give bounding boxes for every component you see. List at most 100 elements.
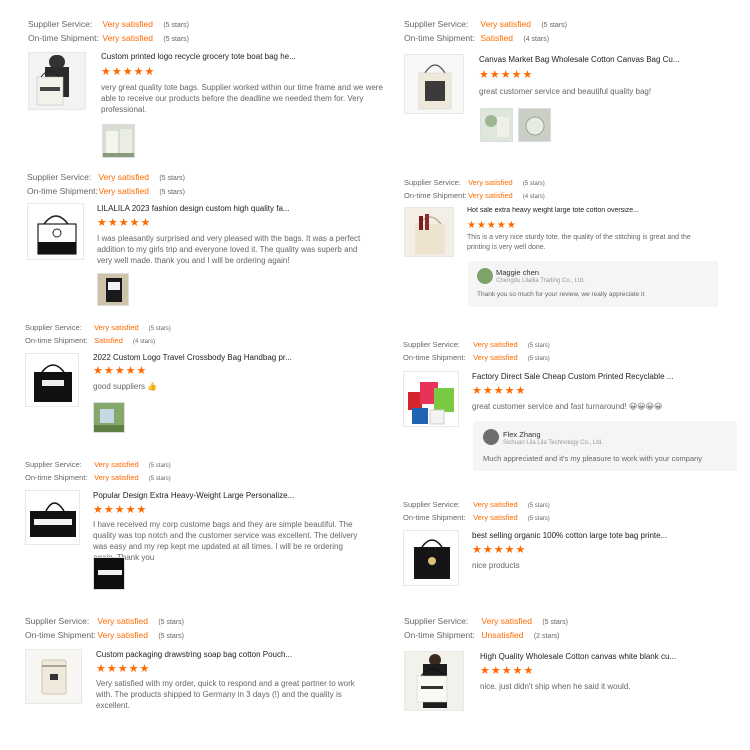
product-thumbnail[interactable] <box>27 203 84 260</box>
review-card: Supplier Service: Very satisfied (5 star… <box>25 615 385 710</box>
supplier-service-rating: Supplier Service: Very satisfied (5 star… <box>25 615 385 629</box>
supplier-service-rating: Supplier Service: Very satisfied (5 star… <box>403 499 743 512</box>
supplier-service-rating: Supplier Service: Very satisfied (5 star… <box>27 171 387 185</box>
supplier-service-value: Very satisfied <box>98 172 149 182</box>
product-thumbnail[interactable] <box>404 207 454 257</box>
review-card: Supplier Service: Very satisfied (5 star… <box>25 459 385 594</box>
product-thumbnail[interactable] <box>25 490 80 545</box>
review-comment: good suppliers 👍 <box>93 382 158 391</box>
review-photo[interactable] <box>93 402 125 433</box>
review-card: Supplier Service: Very satisfied (5 star… <box>404 615 744 715</box>
product-thumbnail[interactable] <box>403 371 459 427</box>
shipment-rating: On-time Shipment: Satisfied (4 stars) <box>404 32 744 46</box>
star-rating: ★★★★★ <box>101 66 156 78</box>
product-title[interactable]: Factory Direct Sale Cheap Custom Printed… <box>472 372 722 381</box>
product-title[interactable]: Custom printed logo recycle grocery tote… <box>101 52 361 61</box>
shipment-label: On-time Shipment: <box>27 186 98 196</box>
supplier-service-rating: Supplier Service: Very satisfied (5 star… <box>25 322 385 335</box>
supplier-service-rating: Supplier Service: Very satisfied (5 star… <box>403 339 743 352</box>
review-comment: I have received my corp custome bags and… <box>93 520 358 562</box>
shipment-value: Unsatisfied <box>481 630 524 640</box>
review-card: Supplier Service: Very satisfied (5 star… <box>403 339 743 474</box>
product-title[interactable]: 2022 Custom Logo Travel Crossbody Bag Ha… <box>93 353 333 362</box>
shipment-rating: On-time Shipment: Very satisfied (4 star… <box>404 190 744 203</box>
product-thumbnail[interactable] <box>403 530 459 586</box>
star-rating: ★★★★★ <box>472 385 527 397</box>
avatar <box>477 268 493 284</box>
supplier-service-rating: Supplier Service: Very satisfied (5 star… <box>404 177 744 190</box>
review-photo[interactable] <box>97 273 129 306</box>
product-title[interactable]: best selling organic 100% cotton large t… <box>472 531 727 540</box>
review-comment: Very satisfied with my order, quick to r… <box>96 679 355 710</box>
supplier-service-value: Very satisfied <box>480 19 531 29</box>
product-title[interactable]: LILALILA 2023 fashion design custom high… <box>97 204 357 213</box>
supplier-reply: Maggie chen Chengdu Lilalila Trading Co.… <box>468 261 718 307</box>
review-card: Supplier Service: Very satisfied (5 star… <box>25 322 385 437</box>
product-thumbnail[interactable] <box>25 649 82 704</box>
supplier-service-label: Supplier Service: <box>28 19 93 29</box>
shipment-value: Very satisfied <box>98 186 149 196</box>
product-title[interactable]: High Quality Wholesale Cotton canvas whi… <box>480 652 735 661</box>
shipment-value: Satisfied <box>94 336 123 345</box>
product-title[interactable]: Custom packaging drawstring soap bag cot… <box>96 650 346 659</box>
avatar <box>483 429 499 445</box>
shipment-value: Very satisfied <box>473 513 518 522</box>
shipment-stars: (5 stars) <box>159 189 185 196</box>
supplier-service-stars: (5 stars) <box>527 343 550 349</box>
supplier-service-label: Supplier Service: <box>25 323 82 332</box>
product-thumbnail[interactable] <box>404 651 464 711</box>
shipment-value: Very satisfied <box>97 630 148 640</box>
supplier-service-rating: Supplier Service: Very satisfied (5 star… <box>404 18 744 32</box>
shipment-label: On-time Shipment: <box>404 191 467 200</box>
reply-author-company: Sichuan Lila Lila Technology Co., Ltd. <box>503 440 603 446</box>
review-photo[interactable] <box>480 108 513 142</box>
product-title[interactable]: Popular Design Extra Heavy-Weight Large … <box>93 491 343 500</box>
shipment-stars: (4 stars) <box>523 36 550 43</box>
shipment-label: On-time Shipment: <box>404 33 475 43</box>
shipment-label: On-time Shipment: <box>28 33 99 43</box>
supplier-service-label: Supplier Service: <box>403 340 460 349</box>
star-rating: ★★★★★ <box>479 69 534 81</box>
reply-text: Much appreciated and it's my pleasure to… <box>483 454 703 463</box>
supplier-service-stars: (5 stars) <box>542 619 568 626</box>
shipment-label: On-time Shipment: <box>403 513 466 522</box>
shipment-stars: (4 stars) <box>522 194 545 200</box>
product-thumbnail[interactable] <box>404 54 464 114</box>
shipment-rating: On-time Shipment: Very satisfied (5 star… <box>25 472 385 485</box>
review-card: Supplier Service: Very satisfied (5 star… <box>404 177 744 312</box>
supplier-service-value: Very satisfied <box>102 19 153 29</box>
shipment-label: On-time Shipment: <box>404 630 475 640</box>
shipment-rating: On-time Shipment: Very satisfied (5 star… <box>403 352 743 365</box>
supplier-service-rating: Supplier Service: Very satisfied (5 star… <box>28 18 388 32</box>
shipment-label: On-time Shipment: <box>403 353 466 362</box>
star-rating: ★★★★★ <box>480 665 535 677</box>
supplier-service-value: Very satisfied <box>473 500 518 509</box>
supplier-service-stars: (5 stars) <box>148 463 171 469</box>
supplier-service-stars: (5 stars) <box>158 619 184 626</box>
supplier-service-stars: (5 stars) <box>159 175 185 182</box>
shipment-label: On-time Shipment: <box>25 630 96 640</box>
product-title[interactable]: Canvas Market Bag Wholesale Cotton Canva… <box>479 55 741 64</box>
review-photo[interactable] <box>518 108 551 142</box>
review-photo[interactable] <box>102 124 135 158</box>
star-rating: ★★★★★ <box>97 217 152 229</box>
supplier-service-stars: (5 stars) <box>541 22 567 29</box>
supplier-service-value: Very satisfied <box>481 616 532 626</box>
shipment-rating: On-time Shipment: Very satisfied (5 star… <box>28 32 388 46</box>
reply-author-name: Flex Zhang <box>503 430 541 439</box>
product-title[interactable]: Hot sale extra heavy weight large tote c… <box>467 207 717 214</box>
supplier-service-label: Supplier Service: <box>404 616 469 626</box>
supplier-service-stars: (5 stars) <box>522 181 545 187</box>
shipment-rating: On-time Shipment: Very satisfied (5 star… <box>25 629 385 643</box>
star-rating: ★★★★★ <box>467 220 517 231</box>
supplier-service-stars: (5 stars) <box>527 503 550 509</box>
reply-author-name: Maggie chen <box>496 268 539 277</box>
product-thumbnail[interactable] <box>28 52 86 110</box>
product-thumbnail[interactable] <box>25 353 79 407</box>
supplier-service-value: Very satisfied <box>94 323 139 332</box>
supplier-service-rating: Supplier Service: Very satisfied (5 star… <box>404 615 744 629</box>
review-photo[interactable] <box>93 557 125 590</box>
shipment-stars: (4 stars) <box>132 339 155 345</box>
supplier-service-value: Very satisfied <box>94 460 139 469</box>
review-comment: nice. just didn't ship when he said it w… <box>480 682 631 691</box>
